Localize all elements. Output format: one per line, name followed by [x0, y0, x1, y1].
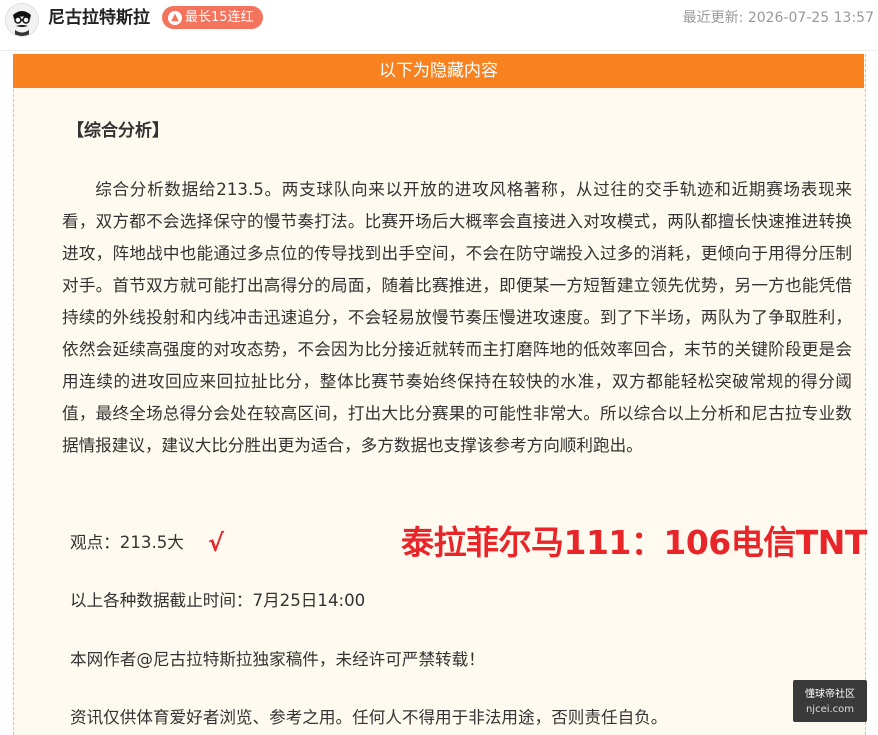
fire-icon: ▲	[168, 10, 182, 25]
opinion-line: 观点：213.5大	[70, 533, 184, 552]
streak-badge: ▲ 最长15连红	[162, 6, 263, 29]
site-watermark: 懂球帝社区 njcei.com	[793, 680, 867, 722]
avatar-portrait-icon	[6, 4, 38, 36]
author-name[interactable]: 尼古拉特斯拉	[48, 7, 150, 29]
watermark-title: 懂球帝社区	[805, 689, 855, 700]
last-updated: 最近更新: 2026-07-25 13:57	[683, 9, 874, 27]
article-header: 尼古拉特斯拉 ▲ 最长15连红 最近更新: 2026-07-25 13:57	[0, 0, 878, 51]
check-mark: √	[208, 529, 225, 557]
match-result: 泰拉菲尔马111：106电信TNT	[401, 523, 867, 562]
analysis-paragraph: 综合分析数据给213.5。两支球队向来以开放的进攻风格著称，从过往的交手轨迹和近…	[62, 180, 852, 455]
disclaimer-text: 资讯仅供体育爱好者浏览、参考之用。任何人不得用于非法用途，否则责任自负。	[70, 708, 668, 727]
last-updated-label: 最近更新:	[682, 10, 744, 26]
last-updated-time: 2026-07-25 13:57	[747, 10, 874, 26]
data-cutoff-line: 以上各种数据截止时间：7月25日14:00	[70, 591, 366, 610]
section-title: 【综合分析】	[67, 121, 169, 141]
copyright-notice: 本网作者@尼古拉特斯拉独家稿件，未经许可严禁转载！	[70, 650, 485, 669]
streak-badge-label: 最长15连红	[185, 10, 254, 25]
hidden-content-bar: 以下为隐藏内容	[13, 54, 864, 88]
watermark-domain: njcei.com	[805, 704, 855, 715]
author-avatar[interactable]	[5, 3, 39, 37]
